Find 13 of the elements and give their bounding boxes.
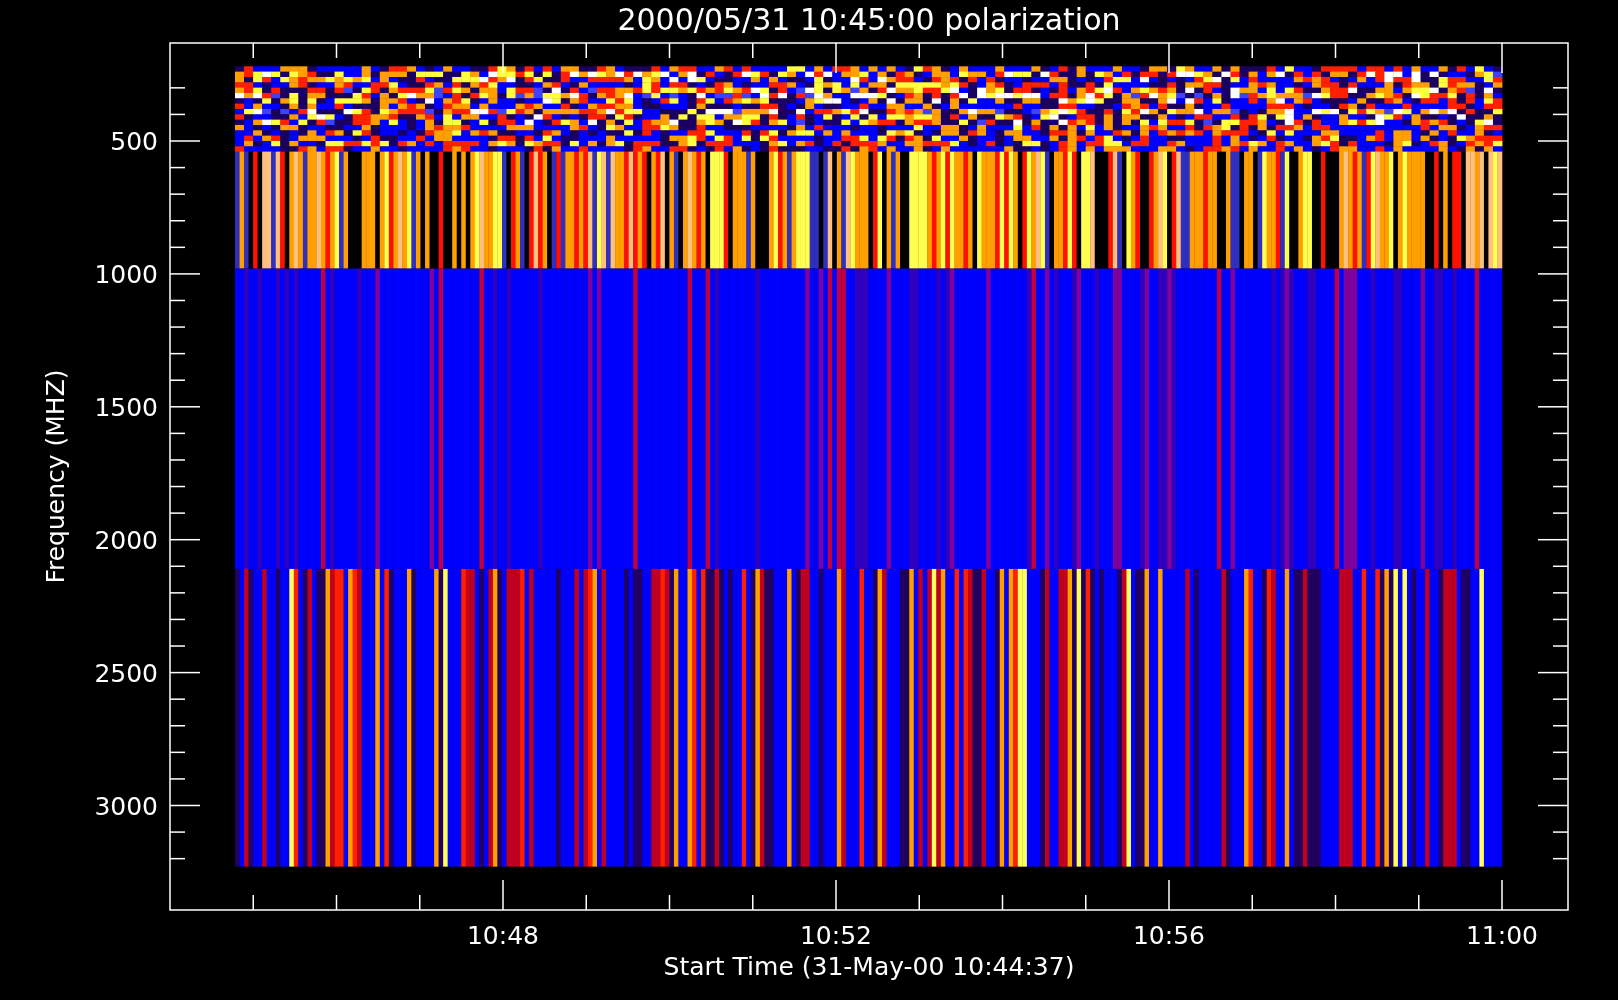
y-tick-label: 1000 — [94, 259, 158, 289]
x-axis-label: Start Time (31-May-00 10:44:37) — [663, 952, 1075, 981]
y-tick-label: 3000 — [94, 791, 158, 821]
plot-title: 2000/05/31 10:45:00 polarization — [617, 2, 1121, 37]
y-axis-label: Frequency (MHZ) — [41, 369, 70, 584]
x-tick-label: 10:48 — [467, 921, 539, 950]
y-tick-label: 2000 — [94, 525, 158, 555]
x-tick-label: 10:52 — [800, 921, 872, 950]
y-tick-label: 500 — [110, 127, 158, 156]
y-tick-label: 2500 — [94, 658, 158, 688]
y-tick-label: 1500 — [94, 392, 158, 422]
x-tick-label: 11:00 — [1466, 921, 1538, 950]
x-tick-label: 10:56 — [1133, 921, 1205, 950]
